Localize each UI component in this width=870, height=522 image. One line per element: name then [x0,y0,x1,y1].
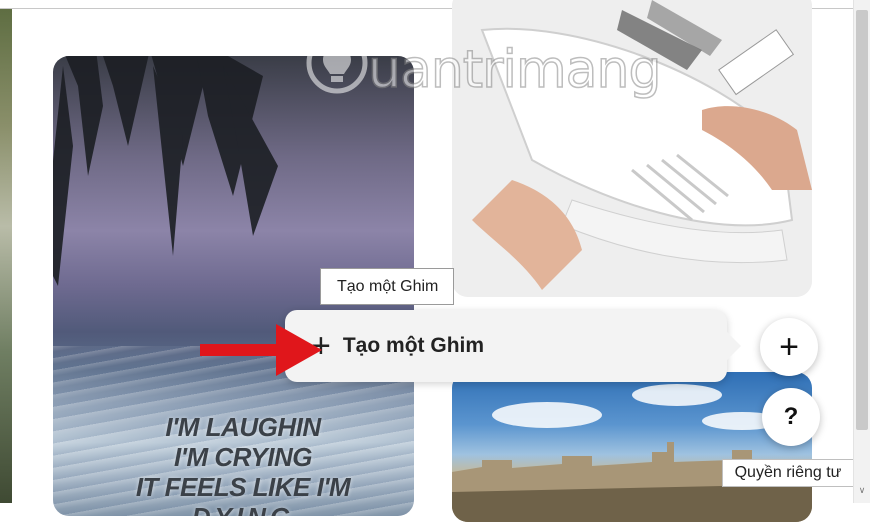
scrollbar[interactable]: ∨ [853,0,870,503]
scroll-down-icon[interactable]: ∨ [856,485,868,495]
quote-line: DYING [93,502,393,516]
palm-leaves-image [53,56,278,286]
quote-line: IT FEELS LIKE I'M [135,472,351,502]
pin-city-image[interactable] [452,372,812,522]
create-pin-tooltip: Tạo một Ghim [320,268,454,305]
quote-line: I'M LAUGHIN [165,412,321,442]
privacy-tooltip: Quyền riêng tư [722,459,854,487]
help-button[interactable]: ? [762,388,820,446]
menu-caret [727,332,741,360]
add-pin-button[interactable]: + [760,318,818,376]
watermark-text: uantrimang [367,39,662,101]
question-icon: ? [783,403,799,430]
watermark: uantrimang [306,28,662,108]
create-pin-menu-item[interactable]: + Tạo một Ghim [285,310,741,382]
red-arrow-annotation [200,324,322,376]
city-skyline [452,442,812,522]
create-pin-label: Tạo một Ghim [342,334,485,357]
plus-icon: + [779,327,799,366]
background-strip [0,0,12,503]
page-margin [12,0,28,503]
quote-line: I'M CRYING [174,442,312,472]
scroll-thumb[interactable] [856,10,868,430]
lightbulb-icon [306,32,368,94]
quote-text: I'M LAUGHIN I'M CRYING IT FEELS LIKE I'M… [93,412,393,516]
